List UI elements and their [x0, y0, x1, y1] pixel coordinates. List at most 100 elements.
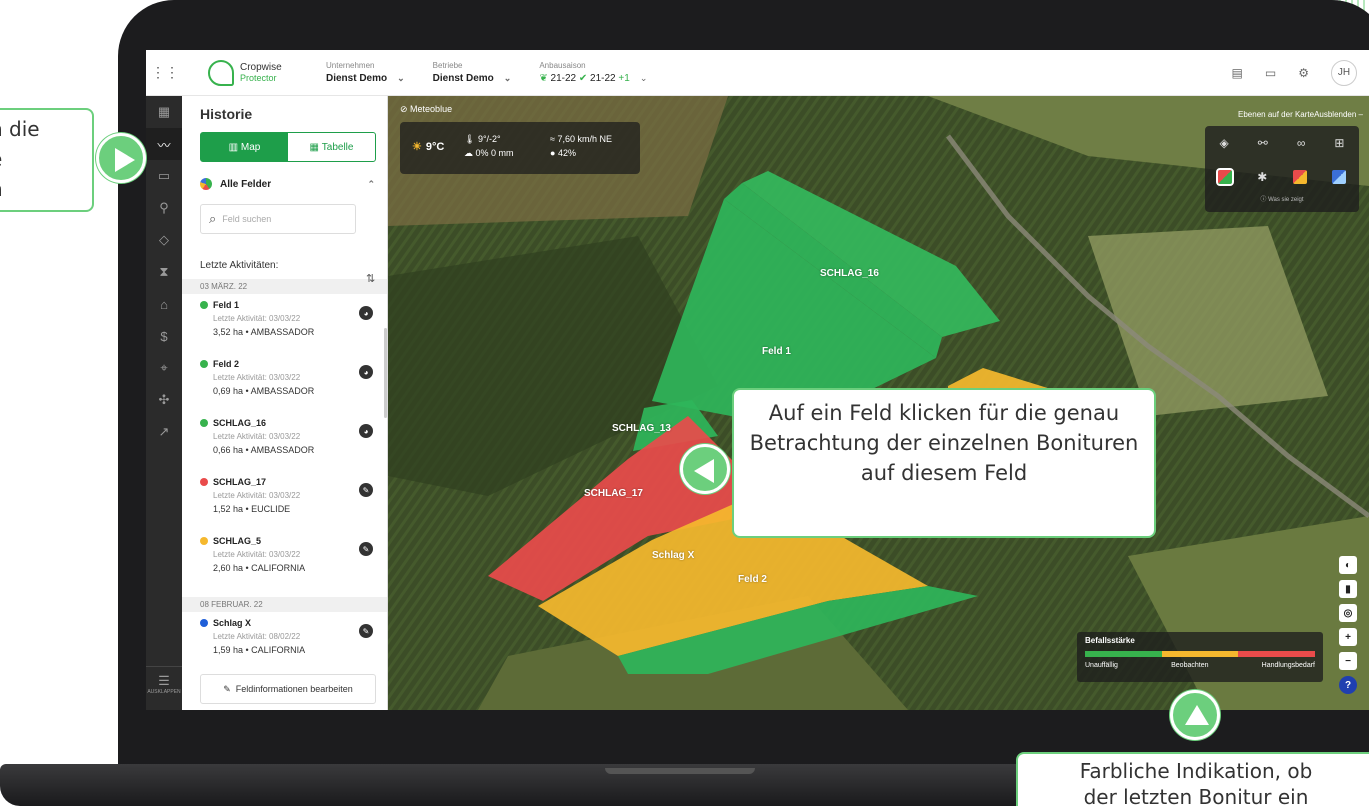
calendar-icon[interactable]: ▭	[146, 160, 182, 192]
list-item[interactable]: Feld 1 Letzte Aktivität: 03/03/22 3,52 ha …	[182, 294, 387, 353]
app-logo[interactable]: Cropwise Protector	[208, 59, 298, 86]
field-name: SCHLAG_17	[213, 477, 267, 487]
export-icon[interactable]: ⊞	[1334, 136, 1344, 150]
table-icon: ▦	[309, 141, 322, 153]
pencil-icon[interactable]: ✎	[359, 542, 373, 556]
book-icon[interactable]: ▮	[1339, 580, 1357, 598]
logo-name: Cropwise	[240, 61, 282, 73]
severity-layer-icon[interactable]	[1215, 168, 1234, 186]
table-tab-label: Tabelle	[321, 141, 354, 153]
status-dot	[200, 360, 208, 368]
wind-speed: 7,60 km/h NE	[557, 134, 612, 144]
panel-scrollbar[interactable]	[384, 328, 387, 418]
legend-title: Befallsstärke	[1085, 636, 1135, 645]
callout-color-indication: Farbliche Indikation, ob der letzten Bon…	[1016, 752, 1369, 806]
search-input[interactable]: ⌕ Feld suchen	[200, 204, 356, 234]
map-pin-icon[interactable]: ⌖	[146, 352, 182, 384]
sort-icon[interactable]: ⇅	[366, 272, 375, 285]
trap-icon[interactable]: ⧗	[146, 256, 182, 288]
field-shape-icon[interactable]: ◇	[146, 224, 182, 256]
map-controls: ◐ ▮ ◎ + − ?	[1339, 556, 1357, 694]
severity-legend: Befallsstärke Unauffällig Beobachten Han…	[1077, 632, 1323, 682]
farm-selector[interactable]: Betriebe Dienst Demo ⌄	[433, 60, 512, 85]
field-info: 0,69 ha • AMBASSADOR	[213, 386, 315, 396]
legend-bar	[1085, 651, 1316, 657]
company-value: Dienst Demo	[326, 73, 388, 84]
info-icon: ⓘ	[1260, 197, 1269, 203]
humidity: 42%	[557, 148, 576, 158]
layers-icon[interactable]: ◈	[1220, 136, 1229, 150]
callout-left-line2: e	[0, 144, 92, 174]
edit-field-info-button[interactable]: ✎ Feldinformationen bearbeiten	[200, 674, 376, 704]
recent-activities-label: Letzte Aktivitäten:	[200, 260, 279, 271]
pencil-icon[interactable]: ✎	[359, 483, 373, 497]
field-info: 1,52 ha • EUCLIDE	[213, 504, 291, 514]
weather-widget[interactable]: ☀ 9°C 🌡︎ 9°/-2° ☁ 0% 0 mm ≈ 7,60 km/h NE …	[400, 122, 640, 174]
route-icon[interactable]: ⚲	[146, 192, 182, 224]
season-b: 21-22	[590, 73, 616, 84]
toggle-switch-icon[interactable]: ◐	[1339, 556, 1357, 574]
season-more: +1	[618, 73, 630, 84]
layers-panel: ◈ ⚯ ∞ ⊞ ✱ ⓘ Was sie zeigt	[1205, 126, 1359, 212]
chart-up-icon[interactable]: ↗	[146, 416, 182, 448]
field-name: SCHLAG_5	[213, 536, 262, 546]
field-label-schlag16: SCHLAG_16	[820, 268, 879, 279]
chat-icon[interactable]: ▭	[1265, 66, 1276, 80]
leaf-icon: ❦	[539, 73, 548, 84]
pencil-icon[interactable]: ✎	[359, 624, 373, 638]
risk-layer-icon[interactable]	[1292, 170, 1307, 184]
chevron-up-icon: ⌃	[367, 178, 375, 189]
season-selector[interactable]: Anbausaison ❦ 21-22 ✔ 21-22 +1 ⌄	[539, 60, 647, 85]
table-tab[interactable]: ▦ Tabelle	[288, 133, 375, 161]
layers-hint[interactable]: Was sie zeigt	[1268, 197, 1303, 203]
zoom-out-button[interactable]: −	[1339, 652, 1357, 670]
apps-grid-icon[interactable]: ⋮⋮	[146, 64, 184, 81]
laptop-notch	[605, 768, 755, 774]
temperature: 9°C	[425, 141, 445, 153]
scouting-icon[interactable]: ◕	[359, 365, 373, 379]
layers-header[interactable]: Ebenen auf der KarteAusblenden –	[1238, 110, 1363, 119]
field-name: SCHLAG_16	[213, 418, 267, 428]
list-item[interactable]: Schlag X Letzte Aktivität: 08/02/22 1,59 h…	[182, 612, 387, 671]
status-dot	[200, 619, 208, 627]
check-circle-icon: ⊘	[400, 104, 411, 114]
top-bar: ⋮⋮ Cropwise Protector Unternehmen Dienst…	[146, 50, 1369, 96]
date-header: 03 MÄRZ. 22	[182, 279, 387, 294]
puzzle-icon[interactable]: ✣	[146, 384, 182, 416]
dashboard-icon[interactable]: ▦	[146, 96, 182, 128]
zoom-in-button[interactable]: +	[1339, 628, 1357, 646]
money-icon[interactable]: $	[146, 320, 182, 352]
company-selector[interactable]: Unternehmen Dienst Demo ⌄	[326, 60, 405, 85]
search-placeholder: Feld suchen	[222, 214, 272, 224]
meteoblue-label: ⊘ Meteoblue	[400, 104, 452, 115]
list-item[interactable]: SCHLAG_17 Letzte Aktivität: 03/03/22 1,52 …	[182, 471, 387, 530]
locate-icon[interactable]: ◎	[1339, 604, 1357, 622]
status-dot	[200, 478, 208, 486]
map-tab-label: Map	[240, 141, 261, 153]
avatar[interactable]: JH	[1331, 59, 1357, 86]
field-info: 1,59 ha • CALIFORNIA	[213, 645, 306, 655]
scouting-icon[interactable]: ◕	[359, 306, 373, 320]
chevron-down-icon: ⌄	[503, 73, 512, 83]
field-info: 0,66 ha • AMBASSADOR	[213, 445, 315, 455]
history-chart-icon[interactable]: 〰	[146, 128, 182, 160]
building-icon[interactable]: ⌂	[146, 288, 182, 320]
map-tab[interactable]: ▥ Map	[201, 133, 288, 161]
document-icon[interactable]: ▤	[1232, 66, 1243, 80]
binoculars-icon[interactable]: ∞	[1297, 136, 1306, 150]
bug-icon[interactable]: ✱	[1257, 170, 1267, 184]
season-a: 21-22	[550, 73, 577, 84]
cropwise-leaf-icon	[208, 59, 234, 86]
satellite-icon[interactable]: ⚯	[1258, 136, 1268, 150]
gear-icon[interactable]: ⚙	[1298, 66, 1309, 80]
water-layer-icon[interactable]	[1332, 170, 1347, 184]
list-item[interactable]: SCHLAG_16 Letzte Aktivität: 03/03/22 0,66 …	[182, 412, 387, 471]
precipitation: 0% 0 mm	[475, 148, 514, 158]
scouting-icon[interactable]: ◕	[359, 424, 373, 438]
field-filter[interactable]: Alle Felder ⌃	[200, 178, 387, 190]
history-panel: Historie ▥ Map ▦ Tabelle Alle Felder ⌃ ⌕…	[182, 96, 388, 710]
expand-rail-button[interactable]: ☰ AUSKLAPPEN	[146, 666, 182, 710]
list-item[interactable]: SCHLAG_5 Letzte Aktivität: 03/03/22 2,60 h…	[182, 530, 387, 589]
help-button[interactable]: ?	[1339, 676, 1357, 694]
list-item[interactable]: Feld 2 Letzte Aktivität: 03/03/22 0,69 ha …	[182, 353, 387, 412]
